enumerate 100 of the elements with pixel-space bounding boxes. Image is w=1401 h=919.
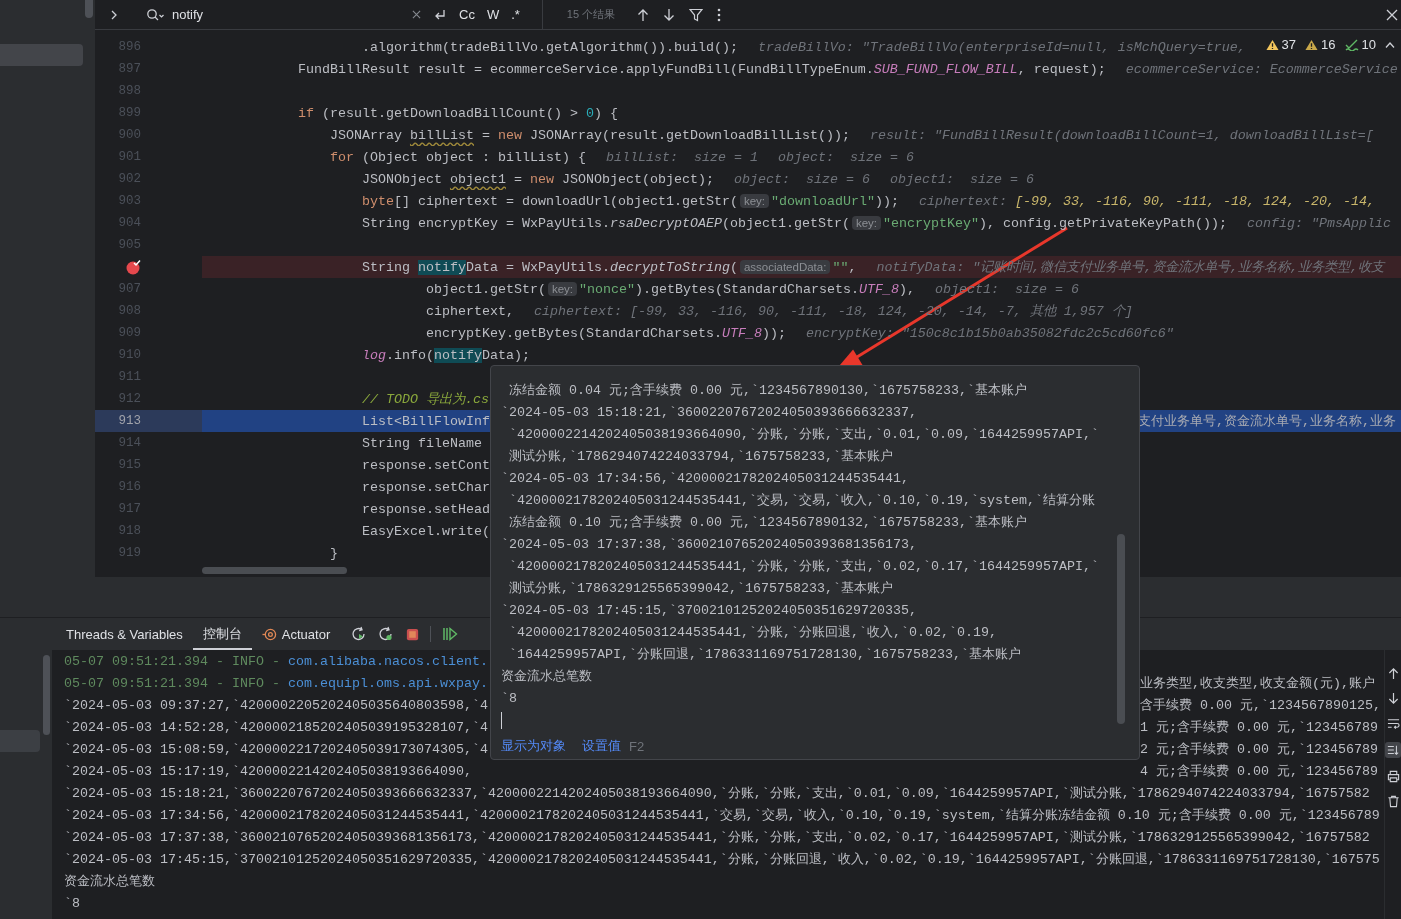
- method-name: rsaDecryptOAEP: [609, 215, 722, 231]
- code-text: `2024-05-03 17:37:38,`36002107652024050393681356173,`4200002178202405031244535441,`分账,`分账,`支出,`0.02,`0.17,`1644259957API,`测试分账,`1786329125565399042,`16757582: [64, 829, 1370, 846]
- search-match: notify: [433, 347, 482, 363]
- code-text: ,: [848, 259, 857, 275]
- value-text: `4200002178202405031244535441,`分账,`分账,`支出,`0.02,`0.17,`1644259957API,`: [509, 558, 1099, 575]
- inline-hint: object: size = 6: [777, 149, 914, 165]
- clear-icon[interactable]: [412, 10, 421, 19]
- inline-hint: [-99, 33, -116, 90, -111, -18, 124, -20, -14,: [1014, 193, 1375, 209]
- problem-count[interactable]: 16: [1321, 37, 1336, 52]
- rerun-icon[interactable]: [351, 626, 368, 642]
- chevron-up-icon[interactable]: [1385, 41, 1395, 48]
- search-option-toggle[interactable]: Cc: [459, 7, 475, 22]
- warning-icon[interactable]: [1305, 38, 1319, 51]
- code-text: JSONArray: [330, 127, 403, 143]
- chevron-right-icon[interactable]: [109, 9, 119, 20]
- code-text: Data);: [481, 347, 530, 363]
- value-text: 冻结金额 0.10 元;含手续费 0.00 元,`1234567890132,`1675758233,`基本账户: [509, 514, 1027, 531]
- breakpoint-icon[interactable]: [125, 259, 141, 275]
- resume-icon[interactable]: [442, 626, 459, 642]
- target-icon: [261, 626, 277, 642]
- horizontal-scrollbar-thumb[interactable]: [202, 567, 347, 574]
- search-match: notify: [417, 259, 466, 275]
- value-text: 测试分账,`1786294074224033794,`1675758233,`基本账户: [509, 448, 893, 465]
- more-icon[interactable]: [717, 7, 722, 22]
- panel-tab[interactable]: 控制台: [192, 618, 252, 650]
- code-text: .info(: [385, 347, 434, 363]
- scrollbar-thumb[interactable]: [85, 0, 93, 18]
- search-icon[interactable]: [146, 7, 164, 22]
- line-number: 913: [118, 414, 141, 428]
- arrow-up-icon[interactable]: [1387, 667, 1399, 680]
- parameter-hint: key:: [739, 194, 769, 208]
- search-option-toggle[interactable]: W: [486, 7, 500, 22]
- printer-icon[interactable]: [1386, 770, 1400, 783]
- value-text: `2024-05-03 17:34:56,`4200002178202405031244535441,: [501, 470, 909, 486]
- shortcut-hint: F2: [629, 738, 645, 754]
- code-text: JSONObject(object);: [561, 171, 714, 187]
- code-text: [] ciphertext = downloadUrl(object1.getStr(: [393, 193, 738, 209]
- code-text: ),: [899, 281, 915, 297]
- arrow-up-icon[interactable]: [637, 7, 650, 22]
- popup-link[interactable]: 显示为对象: [501, 737, 566, 755]
- search-input[interactable]: notify: [172, 7, 412, 22]
- code-text: billList: [409, 127, 474, 143]
- scrollbar-thumb[interactable]: [1117, 534, 1125, 724]
- console-text: 4 元;含手续费 0.00 元,`123456789: [1140, 763, 1378, 780]
- arrow-down-icon[interactable]: [1387, 692, 1399, 705]
- value-text: `8: [501, 690, 517, 706]
- soft-wrap-icon[interactable]: [1386, 717, 1400, 730]
- close-icon[interactable]: [1386, 8, 1398, 21]
- panel-tab[interactable]: Actuator: [251, 618, 341, 650]
- inline-hint: 支付业务单号,资金流水单号,业务名称,业务: [1138, 413, 1396, 430]
- value-text: 测试分账,`1786329125565399042,`1675758233,`基本账户: [509, 580, 893, 597]
- field-name: log: [361, 347, 386, 363]
- constant-name: SUB_FUND_FLOW_BILL: [873, 61, 1018, 77]
- warning-icon[interactable]: [1265, 38, 1279, 51]
- panel-tab[interactable]: Threads & Variables: [56, 618, 193, 650]
- code-text: response.setChar: [361, 479, 490, 495]
- search-option-toggle[interactable]: .*: [511, 7, 520, 22]
- parameter-hint: key:: [851, 216, 881, 230]
- inline-hint: encryptKey: "150c8c1b15b0ab35082fdc2c5cd60fc6": [805, 325, 1174, 341]
- trash-icon[interactable]: [1386, 795, 1400, 808]
- text-cursor: [501, 711, 502, 729]
- code-text: (: [729, 259, 738, 275]
- inline-hint: result: "FundBillResult(downloadBillCount=1, downloadBillList=[: [869, 127, 1374, 143]
- value-text: `4200002214202405038193664090,`分账,`分账,`支出,`0.01,`0.09,`1644259957API,`: [509, 426, 1099, 443]
- problem-count[interactable]: 37: [1281, 37, 1297, 52]
- code-text: ));: [875, 193, 899, 209]
- code-text: =: [481, 127, 491, 143]
- rerun-debug-icon[interactable]: [378, 626, 395, 642]
- code-text: .algorithm(tradeBillVo.getAlgorithm()).build();: [361, 39, 738, 55]
- inline-hint: ciphertext:: [919, 193, 1007, 209]
- code-text: `2024-05-03 15:18:21,`36002207672024050393666632337,`4200002214202405038193664090,`分账,`分账,`支出,`0.01,`0.09,`1644259957API,`测试分账,`1786294074224033794,`16757582: [64, 785, 1370, 802]
- keyword: byte: [361, 193, 394, 209]
- code-text: String encryptKey = WxPayUtils.: [361, 215, 610, 231]
- code-text: 资金流水总笔数: [64, 873, 155, 890]
- return-arrow-icon[interactable]: [433, 7, 447, 22]
- inline-hint: object: size = 6: [733, 171, 870, 187]
- scroll-to-end-toggle[interactable]: [1385, 742, 1401, 758]
- arrow-down-icon[interactable]: [663, 7, 676, 22]
- string-literal: "encryptKey": [883, 215, 979, 231]
- code-text: JSONArray(result.getDownloadBillList());: [529, 127, 850, 143]
- filter-icon[interactable]: [689, 7, 704, 22]
- todo-comment: // TODO 导出为.cs: [361, 391, 489, 408]
- check-icon[interactable]: [1344, 38, 1359, 51]
- stop-icon[interactable]: [405, 626, 421, 642]
- parameter-hint: associatedData:: [739, 260, 831, 274]
- inline-hint: ecommerceService: EcommerceService: [1125, 61, 1398, 77]
- log-prefix: 05-07 09:51:21.394 - INFO -: [64, 653, 281, 669]
- code-text: List<BillFlowInf: [361, 413, 490, 429]
- code-text: FundBillResult result = ecommerceService.applyFundBill(FundBillTypeEnum.: [298, 61, 874, 77]
- code-text: EasyExcel.write(: [361, 523, 490, 539]
- inline-hint: tradeBillVo: "TradeBillVo(enterpriseId=null, isMchQuery=true,: [757, 39, 1246, 55]
- inline-hint: billList: size = 1: [605, 149, 758, 165]
- result-count: 15 个结果: [566, 7, 616, 22]
- code-text: `2024-05-03 09:37:27,`4200002205202405035640803598,`4: [64, 697, 488, 713]
- code-text: `2024-05-03 15:08:59,`4200002217202405039173074305,`4: [64, 741, 488, 757]
- scrollbar-thumb[interactable]: [43, 655, 50, 735]
- problem-count[interactable]: 10: [1361, 37, 1376, 52]
- console-text: 业务类型,收支类型,收支金额(元),账户: [1140, 675, 1375, 692]
- inline-hint: object1: size = 6: [889, 171, 1034, 187]
- popup-link[interactable]: 设置值: [582, 737, 621, 755]
